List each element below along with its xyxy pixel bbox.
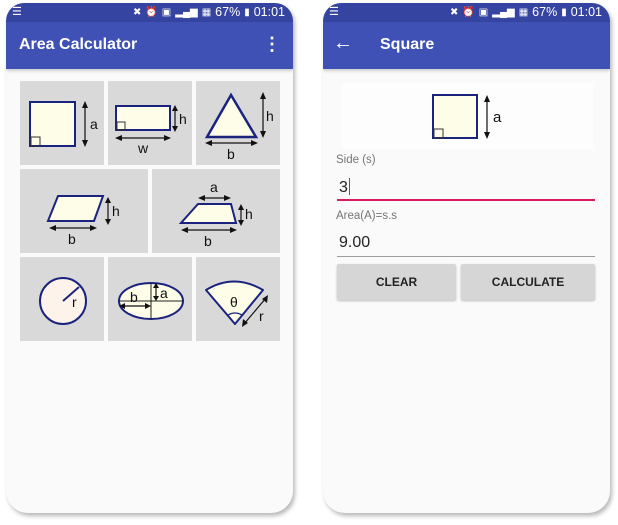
text-cursor bbox=[348, 178, 351, 195]
phone-screen-main: ☰ ✖ ⏰ ▣ ▂▄▆ ▦ 67% ▮ 01:01 Area Calculato… bbox=[6, 3, 293, 513]
trapezoid-icon: a h b bbox=[178, 179, 253, 249]
phone-screen-square: ☰ ✖ ⏰ ▣ ▂▄▆ ▦ 67% ▮ 01:01 ← Square a Sid… bbox=[323, 3, 610, 513]
side-field-label: Side (s) bbox=[336, 154, 376, 166]
status-bar: ☰ ✖ ⏰ ▣ ▂▄▆ ▦ 67% ▮ 01:01 bbox=[6, 3, 293, 22]
square-icon: a bbox=[432, 94, 502, 139]
parallelogram-icon: h b bbox=[46, 195, 120, 247]
shape-figure: a bbox=[341, 83, 593, 149]
battery-icon: ▮ bbox=[244, 7, 250, 18]
ellipse-icon: b a bbox=[118, 282, 184, 320]
sim-icon: ▣ bbox=[478, 7, 489, 18]
circle-icon: r bbox=[39, 277, 87, 325]
signal-icon: ▂▄▆ bbox=[175, 7, 198, 18]
label-a: a bbox=[210, 179, 218, 195]
mute-icon: ✖ bbox=[449, 7, 459, 18]
shape-tile-circle[interactable]: r bbox=[20, 257, 104, 341]
shape-tile-ellipse[interactable]: b a bbox=[108, 257, 192, 341]
rectangle-icon: h w bbox=[115, 105, 187, 156]
calculate-button[interactable]: CALCULATE bbox=[461, 264, 595, 300]
battery-percent: 67% bbox=[532, 5, 558, 19]
label-a: a bbox=[160, 285, 168, 301]
app-bar: Area Calculator ⋮ bbox=[6, 22, 293, 69]
area-output-value: 9.00 bbox=[339, 234, 371, 251]
shape-tile-square[interactable]: a bbox=[20, 81, 104, 165]
label-w: w bbox=[137, 140, 149, 156]
signal-icon: ▂▄▆ bbox=[492, 7, 515, 18]
label-h: h bbox=[179, 111, 187, 127]
battery-percent: 67% bbox=[215, 5, 241, 19]
label-a: a bbox=[493, 109, 502, 126]
mute-icon: ✖ bbox=[132, 7, 142, 18]
label-a: a bbox=[90, 116, 98, 132]
signal-icon: ▦ bbox=[518, 7, 529, 18]
side-input-underline bbox=[337, 199, 595, 201]
app-title: Area Calculator bbox=[19, 36, 138, 53]
page-title: Square bbox=[380, 36, 435, 53]
square-icon: a bbox=[29, 101, 98, 147]
side-input[interactable]: 3 bbox=[339, 178, 351, 197]
triangle-icon: h b bbox=[204, 92, 274, 162]
shape-tile-trapezoid[interactable]: a h b bbox=[152, 169, 280, 253]
label-theta: θ bbox=[230, 294, 238, 310]
side-input-value: 3 bbox=[339, 179, 348, 196]
label-b: b bbox=[227, 146, 235, 162]
signal-icon: ▦ bbox=[201, 7, 212, 18]
label-r: r bbox=[72, 294, 77, 310]
alarm-icon: ⏰ bbox=[145, 7, 158, 18]
battery-icon: ▮ bbox=[561, 7, 567, 18]
label-h: h bbox=[266, 108, 274, 124]
clock: 01:01 bbox=[253, 5, 285, 19]
clock: 01:01 bbox=[570, 5, 602, 19]
label-h: h bbox=[112, 203, 120, 219]
sim-icon: ▣ bbox=[161, 7, 172, 18]
label-b: b bbox=[68, 231, 76, 247]
overflow-menu-icon[interactable]: ⋮ bbox=[263, 34, 281, 54]
sector-icon: θ r bbox=[205, 280, 268, 327]
label-b: b bbox=[130, 289, 138, 305]
shape-tile-triangle[interactable]: h b bbox=[196, 81, 280, 165]
label-b: b bbox=[204, 233, 212, 249]
shape-tile-rectangle[interactable]: h w bbox=[108, 81, 192, 165]
shape-tile-sector[interactable]: θ r bbox=[196, 257, 280, 341]
area-output[interactable]: 9.00 bbox=[339, 234, 370, 252]
alarm-icon: ⏰ bbox=[462, 7, 475, 18]
label-r: r bbox=[259, 308, 264, 324]
arrow-left-icon[interactable]: ← bbox=[333, 32, 353, 55]
status-bar: ☰ ✖ ⏰ ▣ ▂▄▆ ▦ 67% ▮ 01:01 bbox=[323, 3, 610, 22]
notification-list-icon: ☰ bbox=[329, 6, 339, 18]
notification-list-icon: ☰ bbox=[12, 6, 22, 18]
label-h: h bbox=[245, 206, 253, 222]
shape-tile-parallelogram[interactable]: h b bbox=[20, 169, 148, 253]
area-output-underline bbox=[337, 256, 595, 257]
clear-button[interactable]: CLEAR bbox=[337, 264, 456, 300]
area-field-label: Area(A)=s.s bbox=[336, 210, 398, 222]
app-bar: ← Square bbox=[323, 22, 610, 69]
